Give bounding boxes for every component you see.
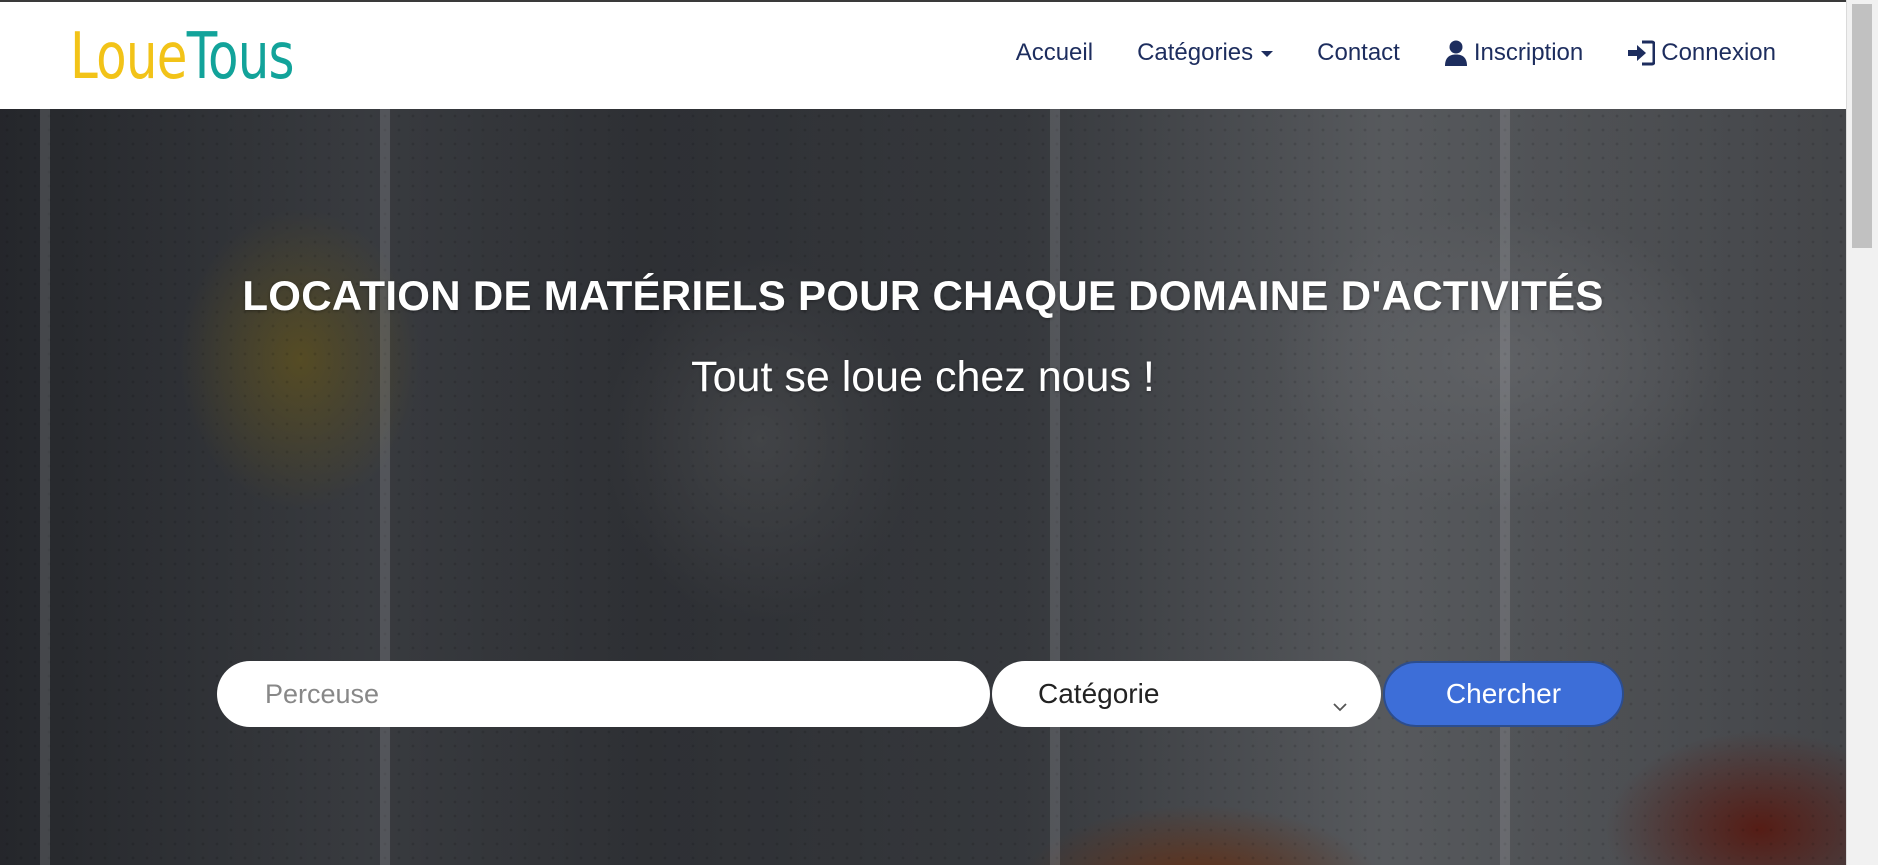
nav-link-login[interactable]: Connexion <box>1627 38 1776 68</box>
hero-background-shelf <box>380 109 390 865</box>
nav-link-home-label: Accueil <box>1015 39 1094 66</box>
hero-background-shelf <box>1050 109 1060 865</box>
user-icon <box>1444 40 1468 66</box>
nav-link-contact[interactable]: Contact <box>1317 38 1400 68</box>
search-input[interactable] <box>217 661 990 727</box>
sign-in-icon <box>1627 40 1656 66</box>
nav-link-signup[interactable]: Inscription <box>1444 38 1583 68</box>
category-select[interactable]: Catégorie <box>992 661 1381 727</box>
scrollbar-thumb[interactable] <box>1852 4 1872 248</box>
hero-background-shelf <box>40 109 50 865</box>
hero-subtitle: Tout se loue chez nous ! <box>691 353 1155 401</box>
brand-logo[interactable]: LoueTous <box>70 18 295 96</box>
page-scrollbar[interactable] <box>1846 0 1878 865</box>
caret-down-icon <box>1261 51 1274 57</box>
nav-dropdown-categories-label: Catégories <box>1137 39 1254 66</box>
nav-link-signup-label: Inscription <box>1473 39 1584 66</box>
nav-link-contact-label: Contact <box>1317 39 1400 66</box>
page: LoueTous Accueil Catégories Contact Insc… <box>0 0 1878 865</box>
brand-logo-part-loue: Loue <box>70 20 187 94</box>
search-button[interactable]: Chercher <box>1383 661 1624 727</box>
hero-title: LOCATION DE MATÉRIELS POUR CHAQUE DOMAIN… <box>242 272 1604 319</box>
category-select-value: Catégorie <box>1038 678 1160 709</box>
brand-logo-part-tous: Tous <box>186 20 295 94</box>
hero-banner: LOCATION DE MATÉRIELS POUR CHAQUE DOMAIN… <box>0 109 1846 865</box>
navbar: LoueTous Accueil Catégories Contact Insc… <box>0 2 1846 110</box>
nav-link-home[interactable]: Accueil <box>1016 38 1093 68</box>
nav-dropdown-categories[interactable]: Catégories <box>1137 38 1274 68</box>
main-nav: Accueil Catégories Contact Inscription C… <box>1016 38 1776 68</box>
nav-link-login-label: Connexion <box>1661 39 1776 66</box>
chevron-down-icon <box>1333 687 1347 719</box>
hero-background-shelf <box>1500 109 1510 865</box>
